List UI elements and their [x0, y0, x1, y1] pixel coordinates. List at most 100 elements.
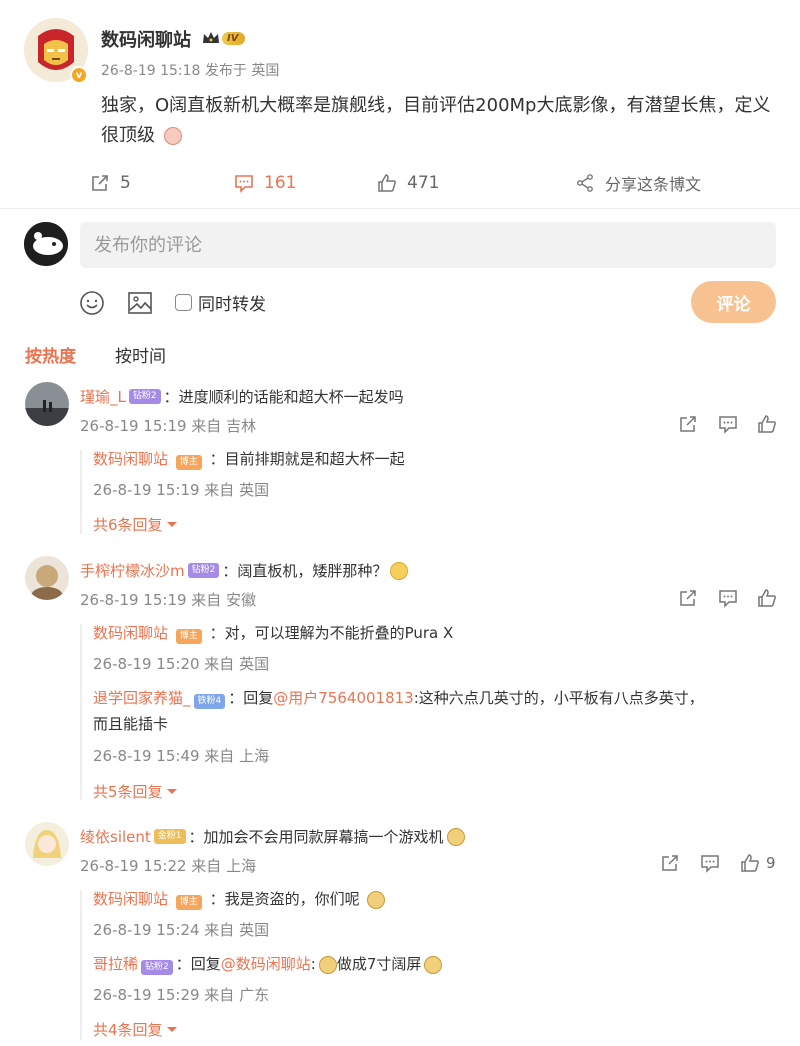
doge-emoji-icon [424, 955, 443, 974]
reply-meta: 26-8-19 15:20 来自 英国 [93, 655, 270, 673]
comment-button[interactable]: 161 [234, 172, 296, 194]
comment-text: ：加加会不会用同款屏幕搞一个游戏机 [188, 828, 444, 846]
thinking-emoji-icon [390, 561, 409, 580]
comment-icon[interactable] [700, 853, 720, 873]
reply-username[interactable]: 退学回家养猫_ [93, 689, 191, 707]
doge-emoji-icon [367, 890, 386, 909]
reply-username[interactable]: 哥拉稀 [93, 955, 138, 973]
reply-text: ：对，可以理解为不能折叠的Pura X [209, 624, 454, 642]
repost-checkbox[interactable] [175, 294, 192, 311]
reply-line: 数码闲聊站 博主 ：我是资盗的，你们呢 [93, 886, 386, 912]
reply-meta: 26-8-19 15:49 来自 上海 [93, 747, 270, 765]
more-replies-label: 共5条回复 [93, 783, 163, 801]
host-badge: 博主 [175, 895, 202, 910]
reply-text: ：目前排期就是和超大杯一起 [209, 450, 405, 468]
reply-text: :这种六点几英寸的，小平板有八点多英寸， [413, 689, 704, 707]
reply-meta: 26-8-19 15:29 来自 广东 [93, 986, 270, 1004]
reply-username[interactable]: 数码闲聊站 [93, 890, 168, 908]
comment-icon[interactable] [718, 588, 738, 608]
reply-meta: 26-8-19 15:19 来自 英国 [93, 481, 270, 499]
my-avatar [24, 222, 68, 266]
thumbs-up-icon[interactable] [757, 588, 777, 608]
fan-badge: 钻粉2 [187, 563, 220, 578]
commenter-avatar[interactable] [25, 556, 69, 600]
comment-username[interactable]: 手榨柠檬冰沙m [80, 560, 185, 581]
comment-meta: 26-8-19 15:19 来自 安徽 [80, 591, 257, 609]
more-replies-link[interactable]: 共5条回复 [93, 781, 178, 802]
comment-line: 瑾瑜_L 钻粉2 ：进度顺利的话能和超大杯一起发吗 [80, 386, 404, 407]
more-replies-label: 共6条回复 [93, 516, 163, 534]
comment-username[interactable]: 绫依silent [80, 826, 151, 847]
reply-username[interactable]: 数码闲聊站 [93, 450, 168, 468]
comment-count: 161 [264, 173, 297, 193]
submit-comment-button[interactable]: 评论 [691, 281, 776, 323]
fan-badge: 钻粉2 [141, 960, 173, 975]
fan-badge: 铁粉4 [193, 694, 226, 709]
share-button[interactable]: 分享这条博文 [575, 172, 701, 194]
fan-badge: 金粉1 [153, 829, 186, 844]
repost-icon[interactable] [678, 588, 698, 608]
repost-icon[interactable] [660, 853, 680, 873]
share-icon [577, 174, 593, 192]
comment-input[interactable] [80, 222, 776, 268]
more-replies-link[interactable]: 共6条回复 [93, 514, 178, 535]
commenter-avatar[interactable] [25, 822, 69, 866]
like-button[interactable]: 471 [377, 172, 439, 194]
comment-like-button[interactable]: 9 [740, 853, 776, 873]
thumbs-up-icon [378, 174, 396, 192]
reply-username[interactable]: 数码闲聊站 [93, 624, 168, 642]
reply-prefix: ：回复 [228, 689, 274, 707]
reply-prefix: ：回复 [175, 955, 221, 973]
comment-icon [235, 175, 253, 193]
comment-icon[interactable] [718, 414, 738, 434]
doge-emoji-icon [446, 827, 465, 846]
fan-badge: 钻粉2 [128, 389, 161, 404]
host-badge: 博主 [175, 455, 202, 470]
post-author-name[interactable]: 数码闲聊站 [101, 26, 191, 52]
doge-emoji-icon [318, 955, 337, 974]
divider [0, 208, 800, 209]
sort-by-time[interactable]: 按时间 [115, 342, 166, 367]
image-icon[interactable] [127, 290, 153, 316]
commenter-avatar[interactable] [25, 382, 69, 426]
repost-button[interactable]: 5 [90, 172, 131, 194]
caret-down-icon [166, 521, 177, 527]
level-badge: IV [202, 28, 246, 48]
comment-meta: 26-8-19 15:22 来自 上海 [80, 857, 257, 875]
reply-line: 数码闲聊站 博主 ：对，可以理解为不能折叠的Pura X [93, 620, 453, 646]
comment-like-count: 9 [766, 854, 776, 872]
verified-icon: v [70, 66, 88, 84]
repost-toggle-label: 同时转发 [198, 295, 266, 315]
reply-thread-bar [80, 890, 82, 1040]
comment-meta: 26-8-19 15:19 来自 吉林 [80, 417, 257, 435]
reply-thread-bar [80, 450, 82, 534]
post-text: 独家，O阔直板新机大概率是旗舰线，目前评估200Mp大底影像，有潜望长焦，定义很… [101, 91, 771, 151]
repost-icon[interactable] [678, 414, 698, 434]
comment-username[interactable]: 瑾瑜_L [80, 386, 126, 407]
cute-emoji-icon [163, 127, 182, 145]
post-body: 独家，O阔直板新机大概率是旗舰线，目前评估200Mp大底影像，有潜望长焦，定义很… [101, 95, 771, 146]
comment-line: 手榨柠檬冰沙m 钻粉2 ：阔直板机，矮胖那种？ [80, 560, 409, 581]
mention-link[interactable]: @数码闲聊站 [221, 955, 311, 973]
crown-icon [203, 32, 219, 43]
level-label: IV [222, 31, 246, 45]
comment-text: ：阔直板机，矮胖那种？ [222, 562, 388, 580]
caret-down-icon [166, 1026, 177, 1032]
post-meta: 26-8-19 15:18 发布于 英国 [101, 63, 280, 79]
host-badge: 博主 [175, 629, 202, 644]
thumbs-up-icon [741, 854, 759, 872]
repost-toggle[interactable]: 同时转发 [175, 290, 266, 315]
reply-thread-bar [80, 624, 82, 800]
thumbs-up-icon[interactable] [757, 414, 777, 434]
comment-text: ：进度顺利的话能和超大杯一起发吗 [163, 388, 404, 406]
reply-text: 做成7寸阔屏 [336, 955, 422, 973]
mention-link[interactable]: @用户7564001813 [273, 689, 413, 707]
repost-count: 5 [120, 173, 131, 193]
emoji-icon[interactable] [79, 290, 105, 316]
reply-text: ：我是资盗的，你们呢 [209, 890, 360, 908]
more-replies-label: 共4条回复 [93, 1021, 163, 1039]
sort-by-hot[interactable]: 按热度 [25, 342, 76, 367]
comment-line: 绫依silent 金粉1 ：加加会不会用同款屏幕搞一个游戏机 [80, 826, 465, 847]
more-replies-link[interactable]: 共4条回复 [93, 1019, 178, 1040]
repost-icon [92, 175, 108, 191]
